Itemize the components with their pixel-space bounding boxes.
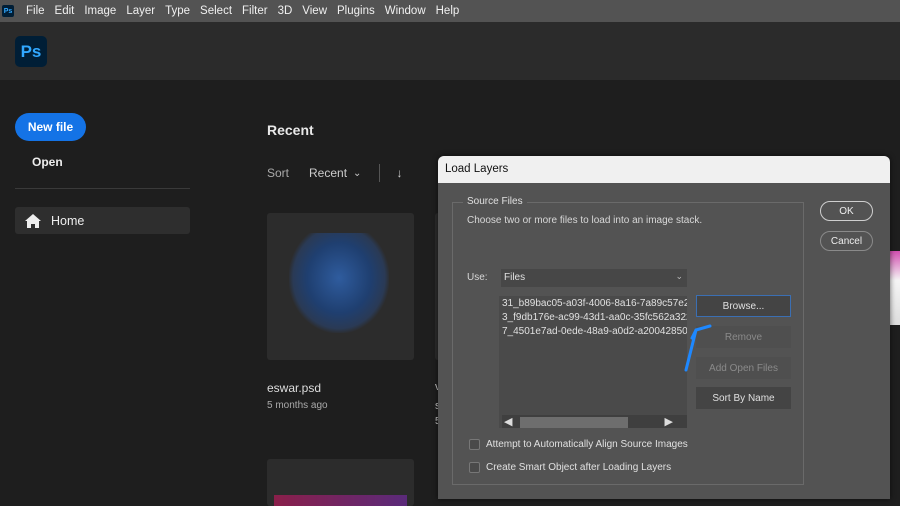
thumbnail-image — [289, 233, 389, 333]
sort-bar: Sort Recent ⌄ ↓ — [267, 164, 402, 182]
use-label: Use: — [467, 272, 488, 283]
use-dropdown[interactable]: Files ⌄ — [501, 269, 687, 287]
annotation-arrow-icon — [684, 324, 712, 372]
recent-file-thumbnail[interactable] — [267, 213, 414, 360]
scroll-left-icon[interactable]: ◀ — [504, 415, 512, 428]
list-item[interactable]: 7_4501e7ad-0ede-48a9-a0d2-a20042850e — [502, 326, 687, 339]
smart-object-checkbox[interactable]: Create Smart Object after Loading Layers — [469, 462, 671, 473]
checkbox-box[interactable] — [469, 462, 480, 473]
sidebar-item-label: Home — [51, 213, 85, 228]
menu-bar: Ps File Edit Image Layer Type Select Fil… — [0, 0, 900, 22]
align-images-checkbox[interactable]: Attempt to Automatically Align Source Im… — [469, 439, 688, 450]
dialog-title: Load Layers — [438, 156, 890, 183]
menu-type[interactable]: Type — [165, 5, 190, 17]
horizontal-scrollbar[interactable]: ◀ ▶ — [502, 415, 687, 428]
checkbox-label: Create Smart Object after Loading Layers — [486, 462, 672, 473]
cancel-button[interactable]: Cancel — [820, 231, 873, 251]
sort-dropdown[interactable]: Recent — [309, 166, 347, 180]
recent-heading: Recent — [267, 122, 314, 138]
file-list[interactable]: 31_b89bac05-a03f-4006-8a16-7a89c57e27 3_… — [499, 296, 687, 428]
new-file-button[interactable]: New file — [15, 113, 86, 141]
checkbox-box[interactable] — [469, 439, 480, 450]
open-button[interactable]: Open — [32, 155, 63, 169]
chevron-down-icon: ⌄ — [675, 271, 683, 281]
menu-window[interactable]: Window — [385, 5, 426, 17]
sort-by-name-button[interactable]: Sort By Name — [696, 387, 791, 409]
menu-3d[interactable]: 3D — [278, 5, 293, 17]
list-item[interactable]: 31_b89bac05-a03f-4006-8a16-7a89c57e27 — [502, 298, 687, 311]
hint-text: Choose two or more files to load into an… — [467, 215, 703, 226]
recent-file-thumbnail[interactable] — [267, 459, 414, 506]
menu-image[interactable]: Image — [84, 5, 116, 17]
photoshop-logo: Ps — [15, 36, 47, 67]
menu-layer[interactable]: Layer — [126, 5, 155, 17]
chevron-down-icon[interactable]: ⌄ — [353, 168, 361, 179]
app-header — [0, 22, 900, 80]
sort-label: Sort — [267, 166, 290, 180]
menu-view[interactable]: View — [302, 5, 327, 17]
menu-select[interactable]: Select — [200, 5, 232, 17]
scrollbar-thumb[interactable] — [520, 417, 628, 428]
app-icon: Ps — [2, 5, 14, 17]
menu-file[interactable]: File — [26, 5, 45, 17]
use-value: Files — [504, 272, 526, 283]
menu-filter[interactable]: Filter — [242, 5, 268, 17]
thumbnail-image — [274, 495, 407, 506]
list-item[interactable]: 3_f9db176e-ac99-43d1-aa0c-35fc562a322( — [502, 312, 687, 325]
home-icon — [25, 213, 41, 228]
ok-button[interactable]: OK — [820, 201, 873, 221]
load-layers-dialog: Load Layers Source Files Choose two or m… — [438, 156, 890, 499]
sidebar-item-home[interactable]: Home — [15, 207, 190, 234]
group-label: Source Files — [463, 196, 527, 207]
file-date: 5 months ago — [267, 400, 328, 411]
sort-divider — [379, 164, 381, 182]
sort-direction-arrow-icon[interactable]: ↓ — [396, 166, 402, 180]
menu-plugins[interactable]: Plugins — [337, 5, 375, 17]
menu-edit[interactable]: Edit — [55, 5, 75, 17]
checkbox-label: Attempt to Automatically Align Source Im… — [486, 439, 688, 450]
browse-button[interactable]: Browse... — [696, 295, 791, 317]
menu-help[interactable]: Help — [436, 5, 460, 17]
file-name[interactable]: eswar.psd — [267, 381, 321, 395]
sidebar-divider — [15, 188, 190, 189]
scroll-right-icon[interactable]: ▶ — [665, 415, 673, 428]
